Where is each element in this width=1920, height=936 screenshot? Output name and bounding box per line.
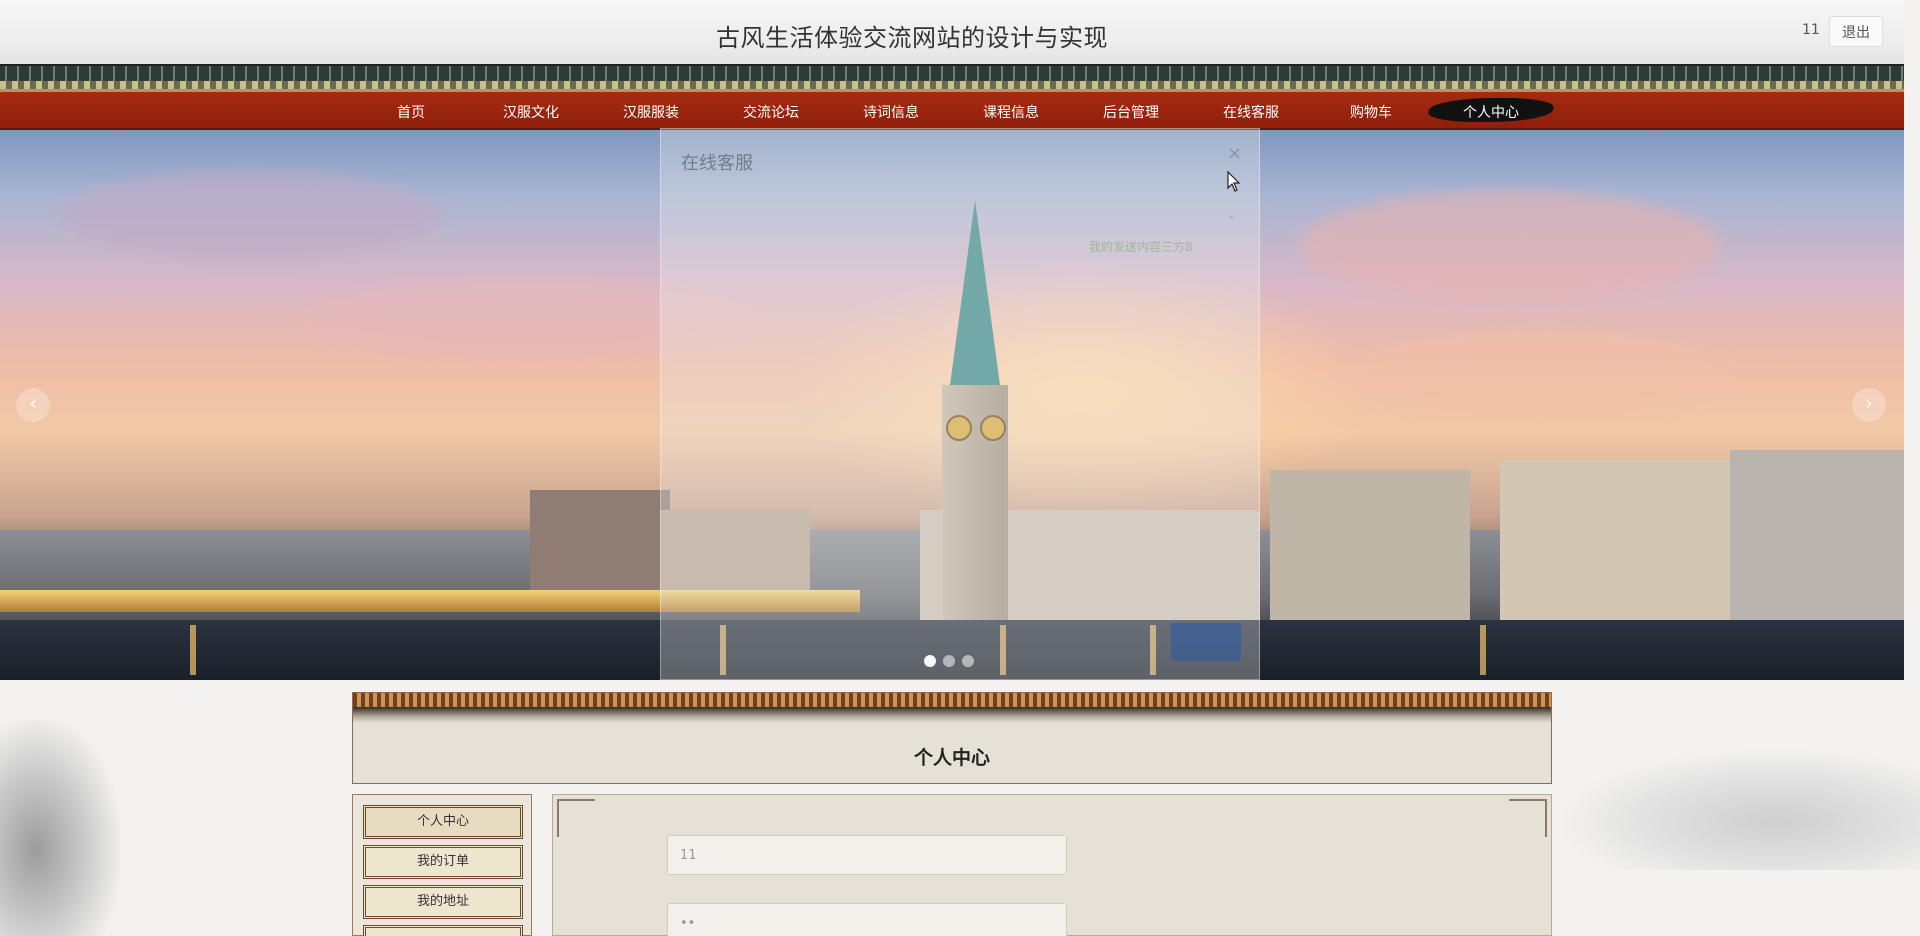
mouse-cursor-icon xyxy=(1227,171,1241,192)
modal-title: 在线客服 xyxy=(681,153,753,174)
nav-item-admin[interactable]: 后台管理 xyxy=(1083,102,1179,122)
logout-button[interactable]: 退出 xyxy=(1829,16,1883,47)
profile-form-panel: *账号 *密码 xyxy=(552,794,1552,936)
chat-message: 我的发送内容三方8 xyxy=(1089,240,1193,254)
sidebar: 个人中心 我的订单 我的地址 xyxy=(352,794,532,936)
account-input[interactable] xyxy=(667,835,1067,875)
corner-ornament-icon xyxy=(1509,799,1547,837)
nav-item-customer-service[interactable]: 在线客服 xyxy=(1203,102,1299,122)
nav-item-hanfu-culture[interactable]: 汉服文化 xyxy=(483,102,579,122)
corner-ornament-icon xyxy=(557,799,595,837)
sidebar-item-my-orders[interactable]: 我的订单 xyxy=(363,845,523,879)
section-header: 个人中心 xyxy=(352,692,1552,784)
nav-item-forum[interactable]: 交流论坛 xyxy=(723,102,819,122)
close-icon[interactable]: × xyxy=(1227,143,1242,164)
ink-mountain-right xyxy=(1560,750,1920,870)
nav-item-courses[interactable]: 课程信息 xyxy=(963,102,1059,122)
nav-item-hanfu-clothing[interactable]: 汉服服装 xyxy=(603,102,699,122)
carousel-prev-icon[interactable]: ‹ xyxy=(16,388,50,422)
carousel-next-icon[interactable]: › xyxy=(1852,388,1886,422)
password-input[interactable] xyxy=(667,903,1067,936)
section-title: 个人中心 xyxy=(913,747,990,769)
site-header: 古风生活体验交流网站的设计与实现 11 退出 xyxy=(0,0,1904,64)
nav-item-home[interactable]: 首页 xyxy=(363,102,459,122)
sidebar-item[interactable] xyxy=(363,925,523,936)
main-nav: 首页 汉服文化 汉服服装 交流论坛 诗词信息 课程信息 后台管理 在线客服 购物… xyxy=(0,92,1904,130)
username: 11 xyxy=(1802,22,1820,38)
sidebar-item-personal-center[interactable]: 个人中心 xyxy=(363,805,523,839)
minimize-icon[interactable]: - xyxy=(1229,209,1234,225)
nav-item-personal-center[interactable]: 个人中心 xyxy=(1443,102,1539,122)
roof-tile-decoration xyxy=(0,64,1904,92)
sidebar-item-my-address[interactable]: 我的地址 xyxy=(363,885,523,919)
customer-service-modal: 在线客服 × - 我的发送内容三方8 xyxy=(660,128,1260,680)
send-button[interactable] xyxy=(1171,623,1241,661)
nav-item-cart[interactable]: 购物车 xyxy=(1323,102,1419,122)
ink-mountain-left xyxy=(0,720,120,936)
nav-item-poetry[interactable]: 诗词信息 xyxy=(843,102,939,122)
site-title: 古风生活体验交流网站的设计与实现 xyxy=(716,24,1108,52)
